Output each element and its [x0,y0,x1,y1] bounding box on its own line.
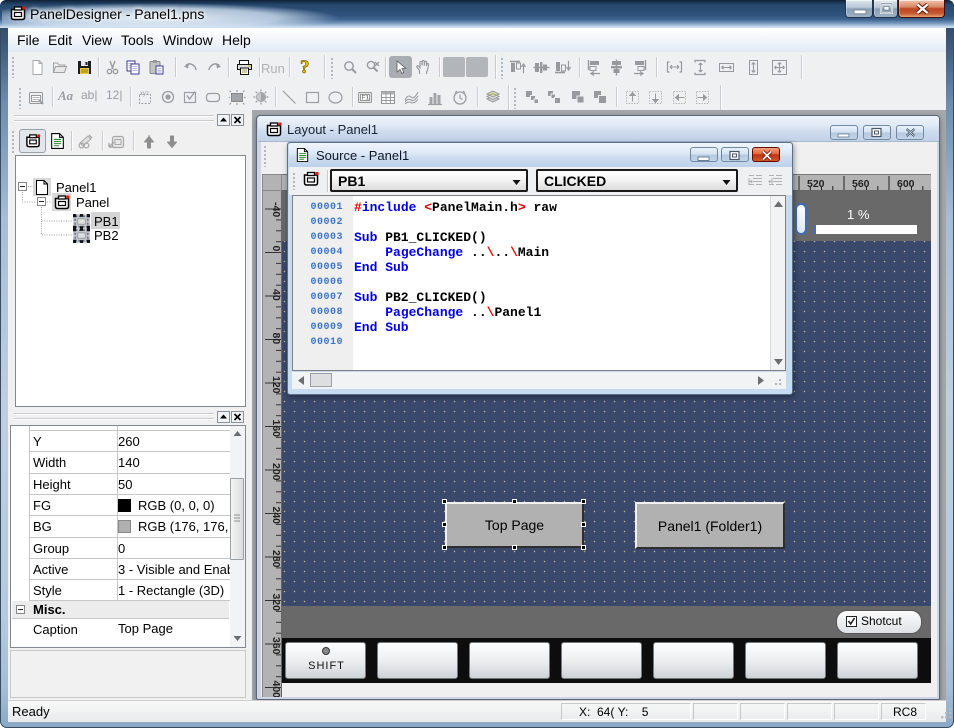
svg-text:0: 0 [270,246,282,252]
svg-text:560: 560 [852,178,870,190]
svg-text:320: 320 [270,594,282,612]
svg-text:40: 40 [270,289,282,301]
svg-text:200: 200 [270,463,282,481]
svg-text:600: 600 [897,178,915,190]
svg-text:400: 400 [270,681,282,698]
svg-text:240: 240 [270,507,282,525]
svg-text:F1: F1 [362,95,370,102]
svg-text:360: 360 [270,637,282,655]
svg-text:?: ? [300,58,310,76]
svg-text:120: 120 [270,376,282,394]
svg-text:520: 520 [807,178,825,190]
svg-text:80: 80 [270,333,282,345]
svg-text:160: 160 [270,420,282,438]
svg-text:280: 280 [270,550,282,568]
svg-text:-40: -40 [270,202,282,217]
